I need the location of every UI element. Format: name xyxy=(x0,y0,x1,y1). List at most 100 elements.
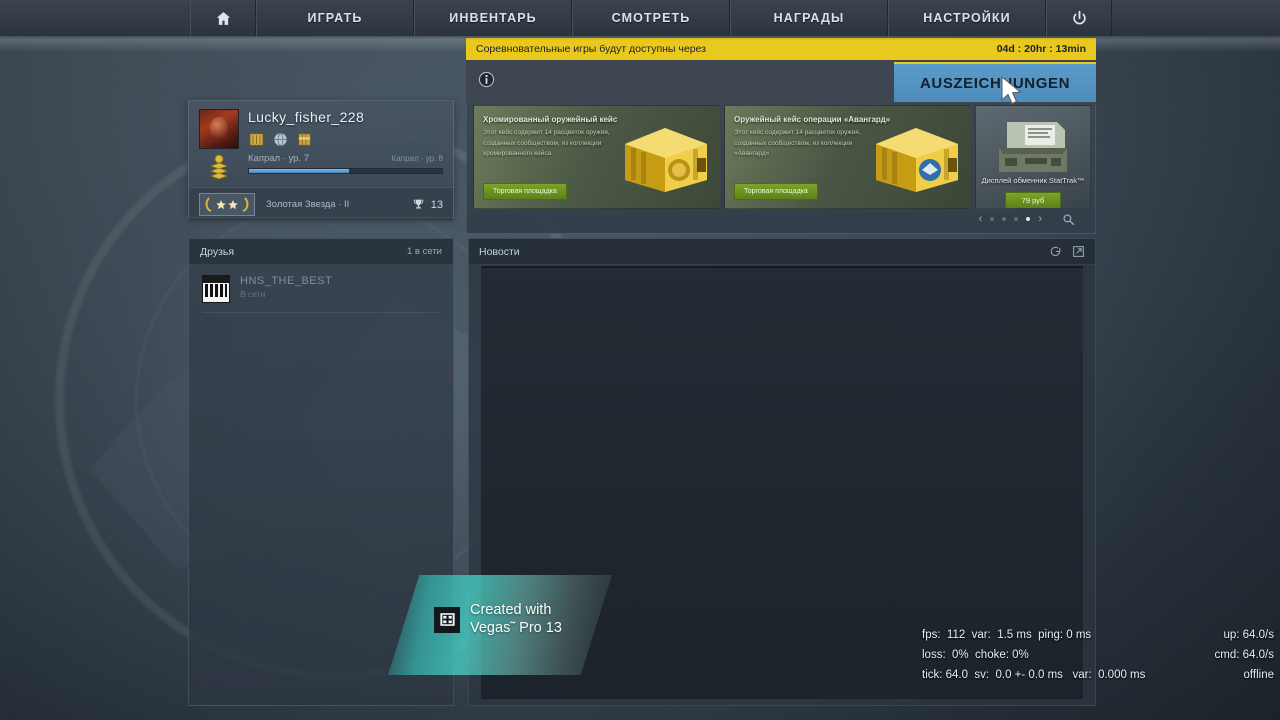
awards-tooltip[interactable]: AUSZEICHNUNGEN xyxy=(894,62,1096,102)
crate-description: Этот кейс содержит 14 расцветок оружия, … xyxy=(483,129,610,158)
globe-badge-icon[interactable] xyxy=(272,131,289,148)
crate-card-stattrak[interactable]: Дисплей обменник StatTrak™ 79 руб xyxy=(975,105,1091,209)
nav-item-awards[interactable]: НАГРАДЫ xyxy=(730,0,888,36)
carousel-dots xyxy=(990,217,1031,221)
external-link-icon[interactable] xyxy=(1072,245,1085,258)
net-graph-overlay: fps: 112 var: 1.5 ms ping: 0 ms up: 64.0… xyxy=(922,626,1274,685)
service-medal-icon[interactable] xyxy=(248,131,265,148)
news-title: Новости xyxy=(479,245,520,258)
carousel-dot[interactable] xyxy=(1014,217,1019,221)
mouse-cursor xyxy=(1001,76,1022,105)
carousel-dot-active[interactable] xyxy=(1026,217,1031,221)
crate-description: Этот кейс содержит 14 расцветок оружия, … xyxy=(734,129,861,158)
trophy-icon xyxy=(413,199,423,209)
rank-current-label: Капрал · ур. 7 xyxy=(248,153,310,164)
friend-name: HNS_THE_BEST xyxy=(240,275,333,287)
carousel-navigation: ‹ › xyxy=(467,208,1097,230)
csgo-main-menu: ИГРАТЬ ИНВЕНТАРЬ СМОТРЕТЬ НАГРАДЫ НАСТРО… xyxy=(0,0,1280,720)
crate-market-button[interactable]: Торговая площадка xyxy=(483,183,567,200)
nav-home-button[interactable] xyxy=(190,0,256,36)
nav-label-inventory: ИНВЕНТАРЬ xyxy=(449,11,537,25)
weapon-case-icon xyxy=(876,128,958,192)
nav-label-play: ИГРАТЬ xyxy=(307,11,363,25)
corporal-chevron-icon xyxy=(209,154,229,180)
player-avatar[interactable] xyxy=(199,109,239,149)
rank-progress: Капрал · ур. 7 Капрал · ур. 8 xyxy=(239,153,443,174)
friends-online-count: 1 в сети xyxy=(407,246,442,257)
carousel-dot[interactable] xyxy=(990,217,995,221)
stattrak-swap-tool-icon xyxy=(999,122,1067,172)
nav-quit-button[interactable] xyxy=(1046,0,1112,36)
gold-star-medal-icon xyxy=(205,197,249,212)
carousel-dot[interactable] xyxy=(1002,217,1007,221)
profile-identity: Lucky_fisher_228 xyxy=(239,109,443,149)
weapon-case-icon xyxy=(625,128,707,192)
rank-next-label: Капрал · ур. 8 xyxy=(391,154,443,163)
nav-label-watch: СМОТРЕТЬ xyxy=(611,11,691,25)
rank-labels: Капрал · ур. 7 Капрал · ур. 8 xyxy=(248,153,443,164)
watermark-line1: Created with xyxy=(470,602,552,618)
net-graph-loss-line: loss: 0% choke: 0% xyxy=(922,648,1029,661)
friends-panel-header: Друзья 1 в сети xyxy=(189,239,453,265)
trophy-wrap: 13 xyxy=(412,198,443,211)
awards-tooltip-label: AUSZEICHNUNGEN xyxy=(919,74,1071,92)
net-graph-row: fps: 112 var: 1.5 ms ping: 0 ms up: 64.0… xyxy=(922,626,1274,646)
film-strip-icon xyxy=(434,606,460,633)
collectible-badge-icon[interactable] xyxy=(296,131,313,148)
crate-card-vanguard[interactable]: Оружейный кейс операции «Авангард» Этот … xyxy=(724,105,971,209)
crate-price-button[interactable]: 79 руб xyxy=(1005,192,1061,208)
net-graph-fps-line: fps: 112 var: 1.5 ms ping: 0 ms xyxy=(922,629,1092,641)
profile-badges xyxy=(248,131,443,148)
friend-list-divider xyxy=(202,312,440,313)
nav-item-inventory[interactable]: ИНВЕНТАРЬ xyxy=(414,0,572,36)
nav-left-spacer xyxy=(0,0,190,36)
watermark-line2: Vegas˜ Pro 13 xyxy=(470,619,562,636)
info-icon-wrap[interactable] xyxy=(466,71,495,93)
crate-market-button[interactable]: Торговая площадка xyxy=(734,183,818,200)
carousel-next-arrow[interactable]: › xyxy=(1038,213,1042,225)
profile-rank-section: Капрал · ур. 7 Капрал · ур. 8 xyxy=(189,149,453,180)
medal-chip[interactable] xyxy=(199,193,255,216)
crate-carousel: Хромированный оружейный кейс Этот кейс с… xyxy=(467,105,1097,209)
net-graph-connection-status: offline xyxy=(1243,668,1274,681)
player-profile-card[interactable]: Lucky_fisher_228 Капрал · ур. 7 Капрал ·… xyxy=(188,100,454,221)
net-graph-tick-line: tick: 64.0 sv: 0.0 +- 0.0 ms var: 0.000 … xyxy=(922,668,1146,681)
friend-avatar[interactable] xyxy=(202,275,230,303)
vegas-pro-watermark: Created with Vegas˜ Pro 13 xyxy=(388,575,612,675)
film-strip-glyph xyxy=(439,613,455,627)
home-icon xyxy=(216,11,230,25)
competitive-timer-value: 04d : 20hr : 13min xyxy=(996,43,1086,55)
competitive-timer-label: Соревновательные игры будут доступны чер… xyxy=(476,43,706,55)
carousel-prev-arrow[interactable]: ‹ xyxy=(979,213,983,225)
nav-item-settings[interactable]: НАСТРОЙКИ xyxy=(888,0,1046,36)
nav-right-spacer xyxy=(1112,0,1280,36)
friends-title: Друзья xyxy=(200,245,235,258)
friend-list-item[interactable]: HNS_THE_BEST В сети xyxy=(189,265,453,303)
friend-meta: HNS_THE_BEST В сети xyxy=(230,275,332,303)
trophy-count: 13 xyxy=(430,198,443,211)
nav-label-settings: НАСТРОЙКИ xyxy=(923,11,1011,25)
profile-medal-row: Золотая Звезда · II 13 xyxy=(189,187,453,221)
xp-progress-bar xyxy=(248,168,443,174)
watermark-content: Created with Vegas˜ Pro 13 xyxy=(434,602,562,637)
top-navigation-bar: ИГРАТЬ ИНВЕНТАРЬ СМОТРЕТЬ НАГРАДЫ НАСТРО… xyxy=(0,0,1280,36)
net-graph-row: loss: 0% choke: 0% cmd: 64.0/s xyxy=(922,646,1274,666)
nav-item-watch[interactable]: СМОТРЕТЬ xyxy=(572,0,730,36)
crate-card-chroma[interactable]: Хромированный оружейный кейс Этот кейс с… xyxy=(473,105,720,209)
friend-status: В сети xyxy=(240,289,266,299)
net-graph-up-rate: up: 64.0/s xyxy=(1223,629,1274,641)
profile-top: Lucky_fisher_228 xyxy=(189,101,453,149)
net-graph-row: tick: 64.0 sv: 0.0 +- 0.0 ms var: 0.000 … xyxy=(922,666,1274,686)
news-actions xyxy=(1049,245,1085,258)
power-icon xyxy=(1072,10,1086,24)
refresh-icon[interactable] xyxy=(1049,245,1062,258)
info-icon xyxy=(478,71,495,88)
medal-label: Золотая Звезда · II xyxy=(266,199,350,210)
competitive-timer-bar: Соревновательные игры будут доступны чер… xyxy=(466,38,1096,60)
nav-item-play[interactable]: ИГРАТЬ xyxy=(256,0,414,36)
net-graph-cmd-rate: cmd: 64.0/s xyxy=(1214,648,1274,661)
nav-label-awards: НАГРАДЫ xyxy=(773,11,845,25)
player-username: Lucky_fisher_228 xyxy=(248,109,365,125)
watermark-text: Created with Vegas˜ Pro 13 xyxy=(470,602,562,637)
magnifier-icon[interactable] xyxy=(1062,213,1075,226)
